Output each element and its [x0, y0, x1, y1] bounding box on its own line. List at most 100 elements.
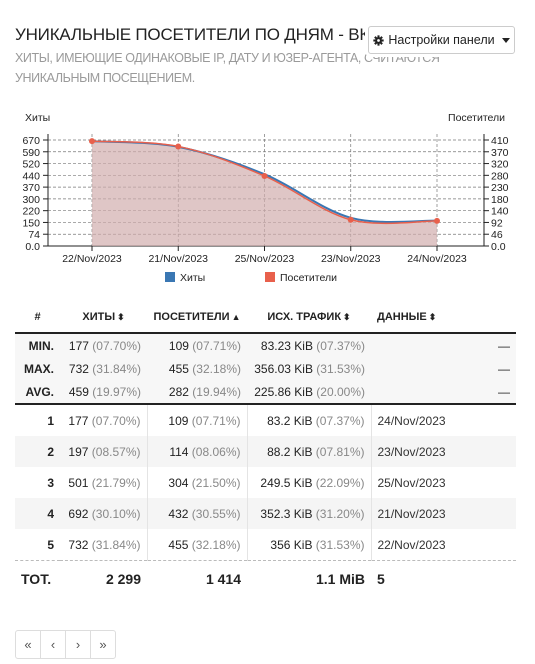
left-axis-label: Хиты — [25, 112, 50, 124]
table-row[interactable]: 3 501 (21.79%) 304 (21.50%) 249.5 KiB (22.0… — [15, 467, 516, 498]
x-tick-label: 23/Nov/2023 — [321, 253, 381, 265]
left-tick-label: 520 — [22, 159, 40, 171]
left-tick-label: 670 — [22, 135, 40, 147]
col-traffic[interactable]: ИСХ. ТРАФИК ⬍ — [247, 302, 371, 334]
left-tick-label: 300 — [22, 194, 40, 206]
next-page-button[interactable]: › — [65, 630, 91, 659]
summary-hits-value: 459 — [68, 384, 89, 399]
summary-label: AVG. — [15, 380, 60, 405]
row-hits-value: 732 — [68, 537, 89, 552]
row-traffic-percent: (07.37%) — [315, 413, 365, 428]
summary-traffic-percent: (20.00%) — [316, 384, 365, 399]
total-visitors: 1 414 — [147, 560, 247, 597]
table-row[interactable]: 1 177 (07.70%) 109 (07.71%) 83.2 KiB (07.37… — [15, 404, 516, 436]
table-row[interactable]: 2 197 (08.57%) 114 (08.06%) 88.2 KiB (07.81… — [15, 436, 516, 467]
row-index-value: 4 — [47, 506, 54, 521]
sort-icon: ⬍ — [343, 312, 351, 322]
col-visitors[interactable]: ПОСЕТИТЕЛИ ▲ — [147, 302, 247, 334]
row-traffic-percent: (31.53%) — [315, 537, 365, 552]
summary-visitors-value: 282 — [168, 384, 189, 399]
summary-visitors-value: 109 — [168, 338, 189, 353]
summary-hits: 459 (19.97%) — [60, 380, 147, 405]
x-tick-label: 25/Nov/2023 — [235, 253, 295, 265]
visitors-table: # ХИТЫ ⬍ ПОСЕТИТЕЛИ ▲ ИСХ. ТРАФИК ⬍ ДАННЫЕ ⬍… — [15, 302, 516, 597]
col-index: # — [15, 302, 60, 334]
row-visitors-percent: (32.18%) — [191, 537, 241, 552]
row-hits-percent: (07.70%) — [91, 413, 141, 428]
row-hits: 732 (31.84%) — [60, 529, 147, 561]
summary-visitors: 455 (32.18%) — [147, 357, 247, 380]
left-tick-label: 74 — [28, 229, 40, 241]
prev-page-button[interactable]: ‹ — [40, 630, 66, 659]
row-index: 1 — [15, 404, 60, 436]
row-visitors-value: 432 — [168, 506, 189, 521]
row-hits: 197 (08.57%) — [60, 436, 147, 467]
first-page-button[interactable]: « — [15, 630, 41, 659]
panel-settings-button[interactable]: Настройки панели — [368, 26, 515, 54]
summary-visitors-percent: (32.18%) — [192, 361, 241, 376]
row-traffic-percent: (22.09%) — [315, 475, 365, 490]
visitors-point — [261, 172, 268, 179]
summary-traffic-value: 356.03 KiB — [254, 361, 313, 376]
summary-hits: 177 (07.70%) — [60, 333, 147, 357]
row-traffic-value: 88.2 KiB — [267, 444, 313, 459]
col-hits[interactable]: ХИТЫ ⬍ — [60, 302, 147, 334]
visitors-area-chart: 670 410590 370520 320440 280370 230300 180220 1… — [22, 112, 509, 284]
row-hits-value: 197 — [68, 444, 89, 459]
row-traffic-value: 249.5 KiB — [260, 475, 313, 490]
row-date: 25/Nov/2023 — [370, 467, 516, 498]
table-row[interactable]: 5 732 (31.84%) 455 (32.18%) 356 KiB (31.53%… — [15, 529, 516, 561]
row-visitors-value: 304 — [168, 475, 189, 490]
sort-asc-icon: ▲ — [231, 312, 241, 322]
col-traffic-label: ИСХ. ТРАФИК — [267, 311, 342, 323]
right-tick-label: 140 — [491, 206, 509, 218]
summary-data: — — [371, 357, 516, 380]
row-hits: 177 (07.70%) — [60, 404, 147, 436]
row-traffic-value: 356 KiB — [270, 537, 313, 552]
row-traffic: 83.2 KiB (07.37%) — [246, 404, 371, 436]
row-visitors-value: 109 — [168, 413, 189, 428]
summary-visitors-percent: (07.71%) — [192, 338, 241, 353]
right-tick-label: 230 — [491, 182, 509, 194]
table-row[interactable]: 4 692 (30.10%) 432 (30.55%) 352.3 KiB (31.2… — [15, 498, 516, 529]
row-index-value: 3 — [47, 475, 54, 490]
col-data[interactable]: ДАННЫЕ ⬍ — [371, 302, 516, 334]
summary-data: — — [371, 380, 516, 405]
right-axis-label: Посетители — [448, 112, 505, 124]
chart-legend: Хиты Посетители — [165, 272, 337, 284]
row-index: 4 — [15, 498, 60, 529]
summary-visitors-value: 455 — [168, 361, 189, 376]
row-hits-percent: (31.84%) — [91, 537, 141, 552]
pagination: « ‹ › » — [15, 630, 116, 659]
row-index-value: 2 — [47, 444, 54, 459]
panel-settings-label: Настройки панели — [388, 33, 495, 47]
row-index: 2 — [15, 436, 60, 467]
summary-traffic-percent: (07.37%) — [316, 338, 365, 353]
last-page-button[interactable]: » — [90, 630, 116, 659]
row-visitors-value: 455 — [168, 537, 189, 552]
left-tick-label: 370 — [22, 182, 40, 194]
row-visitors: 114 (08.06%) — [146, 436, 247, 467]
row-visitors-percent: (30.55%) — [191, 506, 241, 521]
row-hits-value: 692 — [68, 506, 89, 521]
summary-visitors: 282 (19.94%) — [147, 380, 247, 405]
summary-hits-percent: (31.84%) — [92, 361, 141, 376]
summary-traffic-percent: (31.53%) — [316, 361, 365, 376]
row-visitors: 455 (32.18%) — [146, 529, 247, 561]
summary-row: MIN. 177 (07.70%) 109 (07.71%) 83.23 KiB (0… — [15, 333, 516, 357]
summary-traffic: 83.23 KiB (07.37%) — [247, 333, 371, 357]
summary-traffic: 225.86 KiB (20.00%) — [247, 380, 371, 405]
x-tick-label: 24/Nov/2023 — [407, 253, 467, 265]
right-tick-label: 320 — [491, 159, 509, 171]
row-hits: 692 (30.10%) — [60, 498, 147, 529]
row-hits-value: 177 — [68, 413, 89, 428]
right-tick-label: 0.0 — [491, 241, 506, 253]
visitors-point — [434, 217, 440, 224]
visitors-point — [89, 138, 95, 145]
sort-icon: ⬍ — [117, 312, 125, 322]
summary-label: MAX. — [15, 357, 60, 380]
row-hits-percent: (08.57%) — [91, 444, 141, 459]
summary-visitors-percent: (19.94%) — [192, 384, 241, 399]
summary-row: MAX. 732 (31.84%) 455 (32.18%) 356.03 KiB (… — [15, 357, 516, 380]
total-hits: 2 299 — [60, 560, 147, 597]
